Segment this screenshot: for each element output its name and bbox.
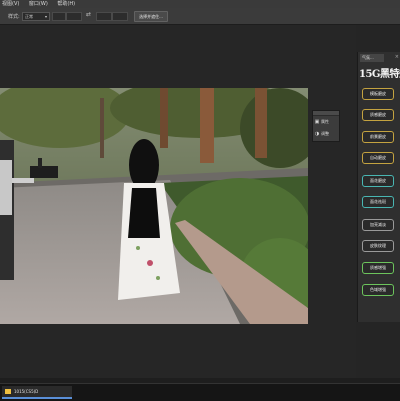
height-field[interactable] — [96, 12, 112, 21]
style-label: 样式: — [8, 14, 20, 20]
properties-icon: ▣ — [314, 119, 320, 125]
properties-tool[interactable]: ▣ 属性 — [313, 116, 339, 128]
folder-icon — [5, 389, 11, 394]
adjustments-label: 调整 — [321, 131, 329, 136]
taskbar-item[interactable]: 1015(CS5)D — [2, 386, 72, 399]
texture-enhance-button[interactable]: 质感增强 — [362, 262, 394, 274]
swap-icon[interactable]: ⇄ — [86, 11, 91, 18]
menu-bar: 视图(V) 窗口(W) 帮助(H) — [0, 0, 400, 8]
close-icon[interactable]: × — [395, 54, 399, 60]
foreground-smoothing-button[interactable]: 前景磨皮 — [362, 131, 394, 143]
taskbar-item-label: 1015(CS5)D — [14, 389, 39, 394]
menu-view[interactable]: 视图(V) — [2, 0, 19, 8]
adjustments-icon: ◑ — [314, 131, 320, 137]
dodge-burn-button[interactable]: 加亮减淡 — [362, 219, 394, 231]
adjustments-tool[interactable]: ◑ 调整 — [313, 128, 339, 140]
image-canvas[interactable] — [0, 88, 308, 324]
taskbar: 1015(CS5)D — [0, 383, 400, 401]
panel-tab[interactable]: 气氛... — [360, 54, 384, 62]
floating-tool-panel: ▣ 属性 ◑ 调整 — [312, 110, 340, 142]
properties-label: 属性 — [321, 119, 329, 124]
face-spot-removal-button[interactable]: 面花祛斑 — [362, 196, 394, 208]
panel-logo: 15G黑特效 — [359, 69, 400, 79]
texture-smoothing-button[interactable]: 质感磨皮 — [362, 109, 394, 121]
menu-window[interactable]: 窗口(W) — [29, 0, 48, 8]
style-select-value: 正常 — [25, 14, 33, 19]
plugin-panel: 气氛... × 15G黑特效 模板磨皮 质感磨皮 前景磨皮 自动磨皮 面花磨皮 … — [357, 52, 400, 322]
width-field[interactable] — [52, 12, 66, 21]
style-select[interactable]: 正常 ▾ — [22, 12, 50, 21]
template-smoothing-button[interactable]: 模板磨皮 — [362, 88, 394, 100]
skin-texture-button[interactable]: 皮肤纹理 — [362, 240, 394, 252]
chevron-down-icon: ▾ — [44, 14, 47, 19]
select-and-mask-button[interactable]: 选择并遮住... — [134, 11, 168, 22]
gamut-enhance-button[interactable]: 色域增强 — [362, 284, 394, 296]
width-unit-field[interactable] — [66, 12, 82, 21]
menu-help[interactable]: 帮助(H) — [57, 0, 75, 8]
face-smoothing-button[interactable]: 面花磨皮 — [362, 175, 394, 187]
height-unit-field[interactable] — [112, 12, 128, 21]
auto-smoothing-button[interactable]: 自动磨皮 — [362, 152, 394, 164]
photo-illustration — [0, 88, 308, 324]
options-bar: 样式: 正常 ▾ ⇄ 选择并遮住... — [0, 8, 400, 25]
